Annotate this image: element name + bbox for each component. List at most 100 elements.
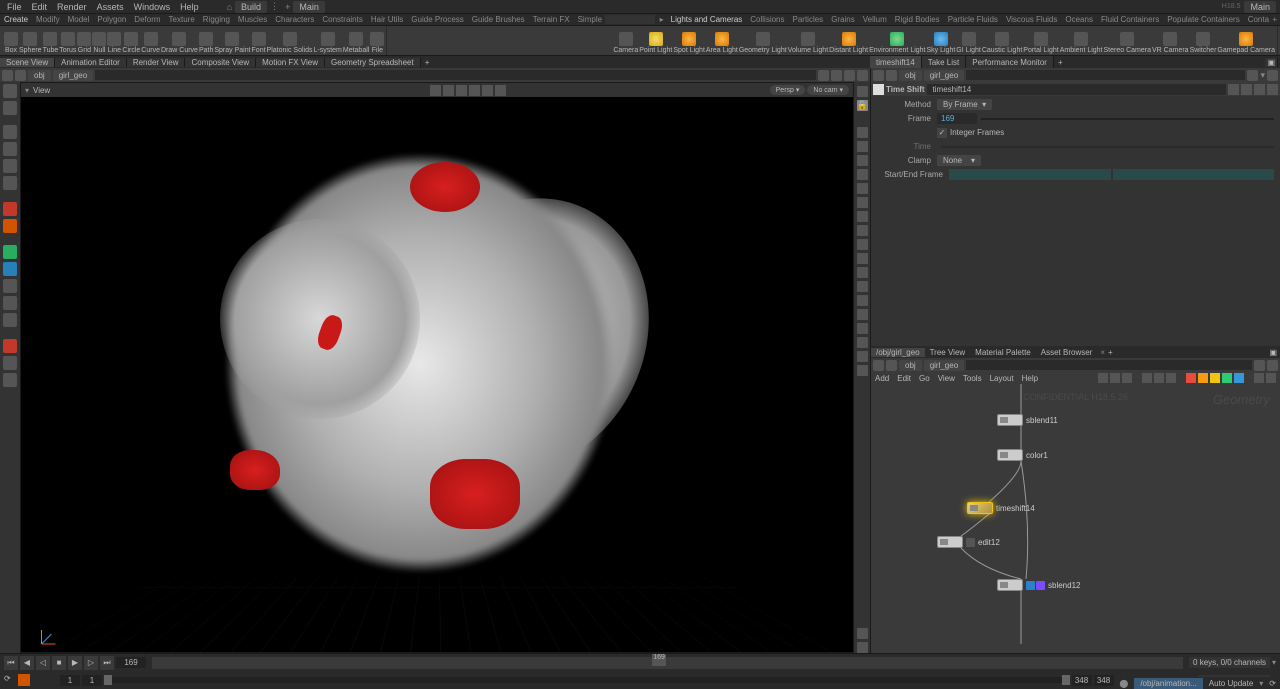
red-tool-icon[interactable] xyxy=(3,202,17,216)
menu-help[interactable]: Help xyxy=(175,2,204,12)
vp-opt-icon[interactable] xyxy=(857,323,868,334)
point-snap-icon[interactable] xyxy=(3,296,17,310)
vp-btn-icon[interactable] xyxy=(469,85,480,96)
shelf-tool[interactable]: Grid xyxy=(77,32,91,55)
orange-tool-icon[interactable] xyxy=(3,219,17,233)
range-end2-field[interactable]: 348 xyxy=(1094,675,1114,686)
misc-tool-icon[interactable] xyxy=(3,356,17,370)
pin-icon[interactable] xyxy=(1247,70,1258,81)
menu-assets[interactable]: Assets xyxy=(92,2,129,12)
range-start-handle[interactable] xyxy=(104,675,112,685)
range-end-handle[interactable] xyxy=(1062,675,1070,685)
shelf-tab[interactable]: Grains xyxy=(827,15,859,24)
net-tool-icon[interactable] xyxy=(1110,373,1120,383)
gear-icon[interactable] xyxy=(1228,84,1239,95)
shelf-tool[interactable]: Camera xyxy=(613,32,638,55)
select-tool-icon[interactable] xyxy=(3,84,17,98)
menu-icon[interactable] xyxy=(857,70,868,81)
range-end-field[interactable]: 348 xyxy=(1072,675,1092,686)
path-input[interactable] xyxy=(966,360,1252,370)
net-tool-icon[interactable] xyxy=(1142,373,1152,383)
prev-frame-button[interactable]: ◀ xyxy=(20,656,34,670)
panel-tab[interactable]: Motion FX View xyxy=(256,58,325,67)
shelf-tab[interactable]: Simple FX xyxy=(574,15,603,24)
range-track[interactable] xyxy=(104,677,1070,683)
shelf-tab[interactable]: Polygon xyxy=(93,15,130,24)
tab-takelist[interactable]: Take List xyxy=(922,56,967,68)
shelf-tool[interactable]: Line xyxy=(107,32,121,55)
node-sblend11[interactable]: sblend11 xyxy=(997,414,1058,426)
shelf-tab[interactable]: Terrain FX xyxy=(529,15,574,24)
net-menu-add[interactable]: Add xyxy=(875,374,889,383)
path-obj[interactable]: obj xyxy=(28,70,51,81)
vp-opt-icon[interactable] xyxy=(857,211,868,222)
shelf-tool[interactable]: Point Light xyxy=(639,32,672,55)
display-icon[interactable] xyxy=(857,86,868,97)
path-obj[interactable]: obj xyxy=(899,70,922,81)
method-select[interactable]: By Frame ▾ xyxy=(937,99,992,110)
shelf-tool[interactable]: Area Light xyxy=(706,32,738,55)
panel-tab[interactable]: Animation Editor xyxy=(55,58,127,67)
net-menu-view[interactable]: View xyxy=(938,374,955,383)
shelf-tool[interactable]: Caustic Light xyxy=(982,32,1022,55)
frame-field[interactable]: 169 xyxy=(937,113,977,124)
back-icon[interactable] xyxy=(15,70,26,81)
desktop-main[interactable]: Main xyxy=(293,1,325,13)
fwd-icon[interactable] xyxy=(886,360,897,371)
pin-icon[interactable] xyxy=(1254,360,1265,371)
net-tab-material[interactable]: Material Palette xyxy=(970,348,1036,357)
stop-button[interactable]: ■ xyxy=(52,656,66,670)
menu-icon[interactable] xyxy=(1267,70,1278,81)
menu-file[interactable]: File xyxy=(2,2,27,12)
shelf-tab[interactable]: Texture xyxy=(165,15,199,24)
net-tool-icon[interactable] xyxy=(1166,373,1176,383)
shelf-dropdown[interactable] xyxy=(605,15,655,24)
flag-icon[interactable] xyxy=(1241,84,1252,95)
shelf-tab[interactable]: Deform xyxy=(130,15,164,24)
shelf-tool[interactable]: Spray Paint xyxy=(214,32,250,55)
net-tool-icon[interactable] xyxy=(1122,373,1132,383)
tab-timeshift[interactable]: timeshift14 xyxy=(870,56,922,68)
start-field[interactable] xyxy=(949,169,1111,180)
shelf-tab[interactable]: Modify xyxy=(32,15,64,24)
playhead[interactable]: 169 xyxy=(652,654,666,666)
realtime-icon[interactable]: ⟳ xyxy=(4,674,16,686)
net-tool-icon[interactable] xyxy=(1198,373,1208,383)
shelf-tool[interactable]: Path xyxy=(199,32,213,55)
info-icon[interactable] xyxy=(1267,84,1278,95)
intframes-checkbox[interactable]: ✓ xyxy=(937,128,947,138)
net-menu-go[interactable]: Go xyxy=(919,374,930,383)
net-menu-tools[interactable]: Tools xyxy=(963,374,982,383)
shelf-tab[interactable]: Particles xyxy=(789,15,828,24)
back-icon[interactable] xyxy=(873,70,884,81)
shelf-tab[interactable]: Viscous Fluids xyxy=(1002,15,1061,24)
auto-update-label[interactable]: Auto Update xyxy=(1209,679,1253,688)
net-menu-edit[interactable]: Edit xyxy=(897,374,911,383)
range-icon[interactable] xyxy=(46,674,58,686)
vp-btn-icon[interactable] xyxy=(482,85,493,96)
rotate-tool-icon[interactable] xyxy=(3,159,17,173)
vp-opt-icon[interactable] xyxy=(857,642,868,653)
shelf-tool[interactable]: Distant Light xyxy=(829,32,868,55)
camera-select[interactable]: Persp ▾ xyxy=(770,85,806,95)
shelf-tool[interactable]: Sphere xyxy=(19,32,42,55)
channels-status[interactable]: 0 keys, 0/0 channels xyxy=(1189,657,1270,668)
range-icon[interactable] xyxy=(32,674,44,686)
snap-tool-icon[interactable] xyxy=(3,245,17,259)
help-icon[interactable] xyxy=(1254,84,1265,95)
net-tool-icon[interactable] xyxy=(1222,373,1232,383)
net-tool-icon[interactable] xyxy=(1154,373,1164,383)
shelf-tool[interactable]: Switcher xyxy=(1190,32,1217,55)
shelf-tab[interactable]: Rigid Bodies xyxy=(891,15,944,24)
add-tab-icon[interactable]: + xyxy=(421,58,434,67)
add-tab-icon[interactable]: + xyxy=(1054,58,1067,67)
vp-btn-icon[interactable] xyxy=(443,85,454,96)
vp-opt-icon[interactable] xyxy=(857,337,868,348)
add-tab-icon[interactable]: + xyxy=(1108,348,1113,357)
shelf-tab[interactable]: Model xyxy=(64,15,94,24)
move-tool-icon[interactable] xyxy=(3,142,17,156)
range-start-field[interactable]: 1 xyxy=(60,675,80,686)
clamp-select[interactable]: None ▾ xyxy=(937,155,981,166)
vp-opt-icon[interactable] xyxy=(857,267,868,278)
vp-opt-icon[interactable] xyxy=(857,295,868,306)
